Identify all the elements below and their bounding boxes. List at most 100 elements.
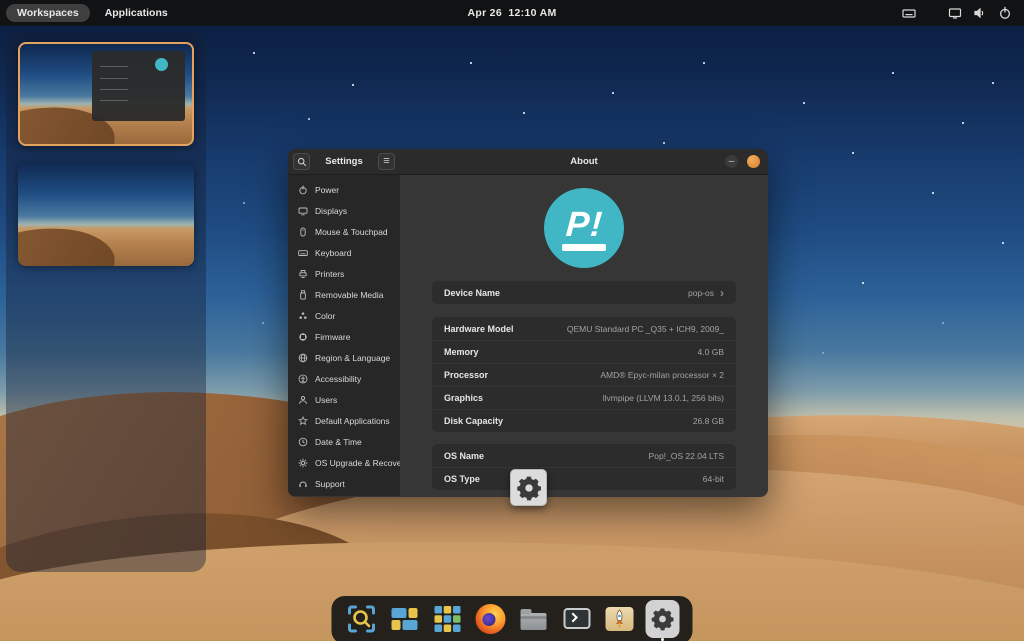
dock-item-window-tiling[interactable] (388, 602, 422, 636)
dock-item-settings[interactable] (646, 602, 680, 636)
settings-sidebar: Power Displays Mouse & Touchpad Keyboard… (288, 175, 400, 496)
power-icon[interactable] (998, 6, 1012, 20)
table-row: Hardware Model QEMU Standard PC _Q35 + I… (432, 317, 736, 340)
running-indicator (661, 638, 664, 641)
device-name-row[interactable]: Device Name pop-os › (432, 281, 736, 304)
sidebar-item-color[interactable]: Color (288, 306, 400, 327)
dock-item-firefox[interactable] (474, 602, 508, 636)
dock-item-terminal[interactable] (560, 602, 594, 636)
minimize-button[interactable]: – (725, 155, 738, 168)
volume-icon[interactable] (973, 6, 987, 20)
sidebar-item-label: Firmware (315, 332, 350, 342)
keyboard-icon (298, 248, 308, 258)
sidebar-item-label: OS Upgrade & Recovery (315, 458, 409, 468)
app-title: Settings (325, 156, 362, 167)
sidebar-item-label: Mouse & Touchpad (315, 227, 388, 237)
settings-titlebar[interactable]: Settings ≡ About – (288, 149, 768, 175)
sidebar-item-keyboard[interactable]: Keyboard (288, 243, 400, 264)
display-icon[interactable] (948, 6, 962, 20)
row-label: Device Name (444, 288, 500, 298)
hardware-card: Hardware Model QEMU Standard PC _Q35 + I… (432, 317, 736, 432)
sidebar-item-mouse-touchpad[interactable]: Mouse & Touchpad (288, 222, 400, 243)
os-card: OS Name Pop!_OS 22.04 LTS OS Type 64-bit (432, 444, 736, 490)
input-source-icon[interactable] (902, 6, 916, 20)
dock-item-files[interactable] (517, 602, 551, 636)
top-bar-left: Workspaces Applications (0, 4, 179, 22)
dock (332, 596, 693, 641)
workspace-switcher (6, 32, 206, 572)
table-row: OS Name Pop!_OS 22.04 LTS (432, 444, 736, 467)
sidebar-item-date-time[interactable]: Date & Time (288, 431, 400, 452)
mini-row (100, 66, 128, 67)
row-value: 4.0 GB (698, 347, 724, 357)
pop-os-logo-wrap: P! (400, 188, 768, 268)
row-label: OS Name (444, 451, 484, 461)
sidebar-item-power[interactable]: Power (288, 180, 400, 201)
globe-icon (298, 353, 308, 363)
row-value: pop-os (688, 288, 714, 298)
workspace-thumbnail-1[interactable] (18, 42, 194, 146)
table-row: OS Type 64-bit (432, 467, 736, 490)
sidebar-item-label: Region & Language (315, 353, 390, 363)
sidebar-header: Settings ≡ (288, 149, 400, 174)
dock-item-workspaces[interactable] (345, 602, 379, 636)
workspaces-overview-icon (347, 604, 377, 634)
sidebar-item-accessibility[interactable]: Accessibility (288, 368, 400, 389)
sidebar-item-label: Support (315, 479, 345, 489)
row-value: Pop!_OS 22.04 LTS (649, 451, 724, 461)
sidebar-item-users[interactable]: Users (288, 389, 400, 410)
settings-drag-icon[interactable] (510, 469, 547, 506)
row-label: Processor (444, 370, 488, 380)
sidebar-item-displays[interactable]: Displays (288, 201, 400, 222)
files-icon (521, 613, 547, 630)
dock-item-app-grid[interactable] (431, 602, 465, 636)
table-row: Processor AMD® Epyc-milan processor × 2 (432, 363, 736, 386)
displays-icon (298, 206, 308, 216)
sidebar-item-region-language[interactable]: Region & Language (288, 348, 400, 369)
table-row: Disk Capacity 26.8 GB (432, 409, 736, 432)
headset-icon (298, 479, 308, 489)
window-tiling-icon (390, 604, 420, 634)
color-icon (298, 311, 308, 321)
workspace-thumbnail-2[interactable] (18, 162, 194, 266)
about-panel: P! Device Name pop-os › Har (400, 175, 768, 496)
clock[interactable]: Apr 26 12:10 AM (467, 7, 556, 19)
table-row: Memory 4.0 GB (432, 340, 736, 363)
sidebar-item-removable-media[interactable]: Removable Media (288, 285, 400, 306)
clock-icon (298, 437, 308, 447)
mini-pop-logo (155, 58, 168, 71)
printer-icon (298, 269, 308, 279)
desktop: Workspaces Applications Apr 26 12:10 AM (0, 0, 1024, 641)
sidebar-item-label: Printers (315, 269, 344, 279)
sidebar-item-label: Displays (315, 206, 347, 216)
applications-button[interactable]: Applications (94, 4, 179, 22)
row-value: AMD® Epyc-milan processor × 2 (600, 370, 724, 380)
accessibility-icon (298, 374, 308, 384)
sidebar-item-os-upgrade-recovery[interactable]: OS Upgrade & Recovery (288, 452, 400, 473)
row-label: OS Type (444, 474, 480, 484)
sidebar-item-default-applications[interactable]: Default Applications (288, 410, 400, 431)
sidebar-item-printers[interactable]: Printers (288, 264, 400, 285)
table-row: Graphics llvmpipe (LLVM 13.0.1, 256 bits… (432, 386, 736, 409)
sidebar-item-support[interactable]: Support (288, 473, 400, 494)
workspaces-button[interactable]: Workspaces (6, 4, 90, 22)
row-value: llvmpipe (LLVM 13.0.1, 256 bits) (603, 393, 724, 403)
settings-icon (646, 600, 680, 638)
pop-shop-icon (606, 607, 634, 631)
pop-os-logo-underline (562, 244, 606, 251)
dock-item-pop-shop[interactable] (603, 602, 637, 636)
gear-icon (651, 607, 675, 631)
sidebar-item-label: Date & Time (315, 437, 362, 447)
row-value: QEMU Standard PC _Q35 + ICH9, 2009_ (567, 324, 724, 334)
search-button[interactable] (293, 153, 310, 170)
row-label: Memory (444, 347, 479, 357)
gear-icon (298, 458, 308, 468)
power-icon (298, 185, 308, 195)
page-title: About (400, 156, 768, 167)
menu-button[interactable]: ≡ (378, 153, 395, 170)
sidebar-item-firmware[interactable]: Firmware (288, 327, 400, 348)
pop-os-logo-text: P! (564, 209, 603, 241)
sidebar-item-label: Removable Media (315, 290, 384, 300)
settings-window: Settings ≡ About – Power Displays (288, 149, 768, 497)
close-button[interactable] (747, 155, 760, 168)
